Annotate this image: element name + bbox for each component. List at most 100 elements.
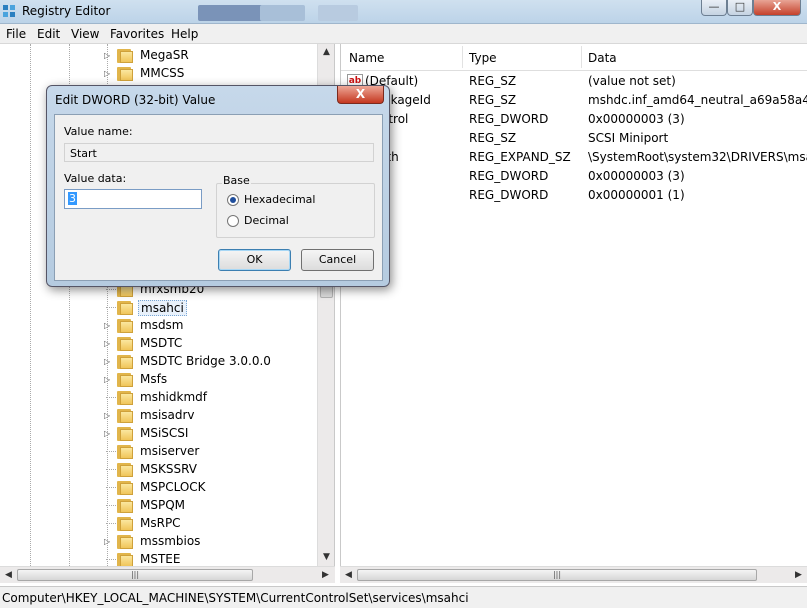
tree-item[interactable]: ▷ MSDTC — [104, 335, 304, 353]
tree-item[interactable]: ▷ mssmbios — [104, 533, 304, 551]
tree-connector — [106, 505, 116, 506]
scroll-right-arrow[interactable]: ▶ — [317, 567, 334, 584]
folder-icon — [117, 553, 135, 566]
values-horizontal-scrollbar[interactable]: ◀ ||| ▶ — [340, 566, 807, 583]
tree-item[interactable]: mshidkmdf — [104, 389, 304, 407]
expand-arrow-icon[interactable]: ▷ — [104, 321, 112, 330]
ok-button[interactable]: OK — [218, 249, 291, 271]
value-data-text: 3 — [68, 192, 77, 205]
menu-favorites[interactable]: Favorites — [110, 27, 164, 41]
edit-dword-dialog: Edit DWORD (32-bit) Value X Value name: … — [46, 85, 390, 287]
column-data[interactable]: Data — [588, 51, 617, 65]
hexadecimal-radio[interactable] — [227, 194, 239, 206]
tree-item[interactable]: ▷ Msfs — [104, 371, 304, 389]
expand-arrow-icon[interactable]: ▷ — [104, 411, 112, 420]
expand-arrow-icon[interactable]: ▷ — [104, 429, 112, 438]
tree-item[interactable]: MSPCLOCK — [104, 479, 304, 497]
folder-icon — [117, 301, 135, 315]
value-type: REG_SZ — [469, 131, 517, 145]
value-row[interactable]: rPackageId REG_SZ mshdc.inf_amd64_neutral_… — [341, 91, 807, 110]
tree-item-label: Msfs — [140, 372, 168, 386]
tree-item[interactable]: msahci — [104, 299, 304, 317]
scroll-left-arrow[interactable]: ◀ — [340, 567, 357, 584]
tree-item-label: MSPCLOCK — [140, 480, 206, 494]
tree-horizontal-scrollbar[interactable]: ◀ ||| ▶ — [0, 566, 335, 583]
scroll-down-arrow[interactable]: ▼ — [318, 549, 335, 566]
value-data: (value not set) — [588, 74, 676, 88]
minimize-button[interactable]: — — [701, 0, 727, 16]
maximize-button[interactable]: □ — [727, 0, 753, 16]
value-type: REG_SZ — [469, 74, 517, 88]
scroll-left-arrow[interactable]: ◀ — [0, 567, 17, 584]
tree-item[interactable]: ▷ msisadrv — [104, 407, 304, 425]
tree-item-label: msiserver — [140, 444, 200, 458]
value-row[interactable]: ControlREG_DWORD0x00000003 (3) — [341, 110, 807, 129]
tree-connector — [106, 469, 116, 470]
menu-file[interactable]: File — [6, 27, 26, 41]
tree-item-label: MSKSSRV — [140, 462, 197, 476]
column-divider[interactable] — [581, 46, 582, 68]
tree-item-label: MSDTC — [140, 336, 183, 350]
tree-item[interactable]: MSKSSRV — [104, 461, 304, 479]
values-list[interactable]: Name Type Data ab (Default) REG_SZ (value n… — [340, 44, 807, 566]
tree-item[interactable]: ▷ MegaSR — [104, 47, 304, 65]
value-type: REG_DWORD — [469, 188, 549, 202]
base-label: Base — [222, 174, 251, 187]
scroll-right-arrow[interactable]: ▶ — [790, 567, 807, 584]
window-title: Registry Editor — [22, 4, 111, 18]
value-data: SCSI Miniport — [588, 131, 669, 145]
tree-item[interactable]: msiserver — [104, 443, 304, 461]
value-row[interactable]: pREG_SZSCSI Miniport — [341, 129, 807, 148]
value-data: \SystemRoot\system32\DRIVERS\msahc — [588, 150, 807, 164]
decimal-label[interactable]: Decimal — [244, 214, 289, 227]
expand-arrow-icon[interactable]: ▷ — [104, 375, 112, 384]
hexadecimal-label[interactable]: Hexadecimal — [244, 193, 315, 206]
tree-connector — [106, 307, 116, 308]
menu-edit[interactable]: Edit — [37, 27, 60, 41]
value-row[interactable]: ab (Default) REG_SZ (value not set) — [341, 72, 807, 91]
tree-item[interactable]: ▷ MSDTC Bridge 3.0.0.0 — [104, 353, 304, 371]
value-data-input[interactable]: 3 — [64, 189, 202, 209]
folder-icon — [117, 67, 135, 81]
menu-bar: File Edit View Favorites Help — [0, 24, 807, 44]
scroll-thumb[interactable]: ||| — [357, 569, 757, 581]
tree-guide-line — [30, 44, 31, 566]
tree-item[interactable]: ▷ MSiSCSI — [104, 425, 304, 443]
value-row[interactable]: ePathREG_EXPAND_SZ\SystemRoot\system32\D… — [341, 148, 807, 167]
tree-item[interactable]: ▷ msdsm — [104, 317, 304, 335]
expand-arrow-icon[interactable]: ▷ — [104, 339, 112, 348]
value-data: mshdc.inf_amd64_neutral_a69a58a4286f( — [588, 93, 807, 107]
value-type: REG_DWORD — [469, 112, 549, 126]
title-bar: Registry Editor — □ X — [0, 0, 807, 24]
menu-view[interactable]: View — [71, 27, 99, 41]
tree-connector — [106, 523, 116, 524]
tree-item[interactable]: MSTEE — [104, 551, 304, 566]
expand-arrow-icon[interactable]: ▷ — [104, 69, 112, 78]
menu-help[interactable]: Help — [171, 27, 198, 41]
column-type[interactable]: Type — [469, 51, 497, 65]
expand-arrow-icon[interactable]: ▷ — [104, 357, 112, 366]
column-divider[interactable] — [462, 46, 463, 68]
value-data: 0x00000001 (1) — [588, 188, 685, 202]
scroll-up-arrow[interactable]: ▲ — [318, 44, 335, 61]
folder-icon — [117, 49, 135, 63]
column-name[interactable]: Name — [349, 51, 384, 65]
folder-icon — [117, 445, 135, 459]
tree-item-label: MegaSR — [140, 48, 189, 62]
folder-icon — [117, 481, 135, 495]
tree-item[interactable]: MSPQM — [104, 497, 304, 515]
dialog-close-button[interactable]: X — [337, 86, 384, 104]
expand-arrow-icon[interactable]: ▷ — [104, 537, 112, 546]
close-button[interactable]: X — [753, 0, 801, 16]
folder-icon — [117, 463, 135, 477]
value-row[interactable]: REG_DWORD 0x00000001 (1) — [341, 186, 807, 205]
value-row[interactable]: REG_DWORD 0x00000003 (3) — [341, 167, 807, 186]
decimal-radio[interactable] — [227, 215, 239, 227]
expand-arrow-icon[interactable]: ▷ — [104, 51, 112, 60]
tree-item[interactable]: ▷ MMCSS — [104, 65, 304, 83]
scroll-thumb[interactable]: ||| — [17, 569, 253, 581]
tree-item-label: msisadrv — [140, 408, 195, 422]
tree-item-label: MSPQM — [140, 498, 186, 512]
tree-item[interactable]: MsRPC — [104, 515, 304, 533]
cancel-button[interactable]: Cancel — [301, 249, 374, 271]
